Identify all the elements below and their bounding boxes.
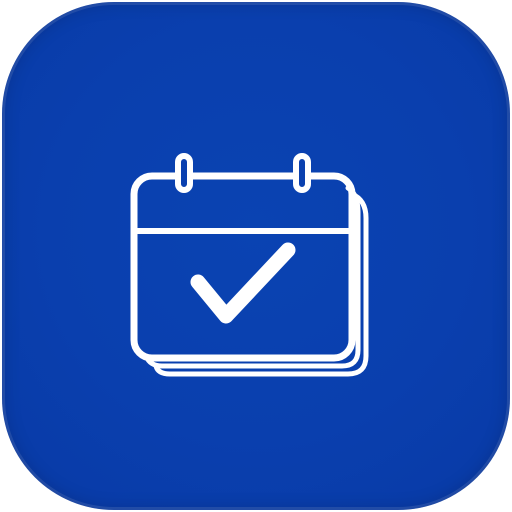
calendar-ring-left (175, 153, 193, 193)
calendar-body (130, 172, 356, 362)
calendar-ring-right (293, 153, 311, 193)
calendar-check-icon (122, 142, 386, 394)
app-icon-tile[interactable] (2, 2, 510, 510)
checkmark-icon (190, 242, 296, 324)
stage (0, 0, 512, 512)
calendar-page-back-1 (143, 185, 361, 369)
